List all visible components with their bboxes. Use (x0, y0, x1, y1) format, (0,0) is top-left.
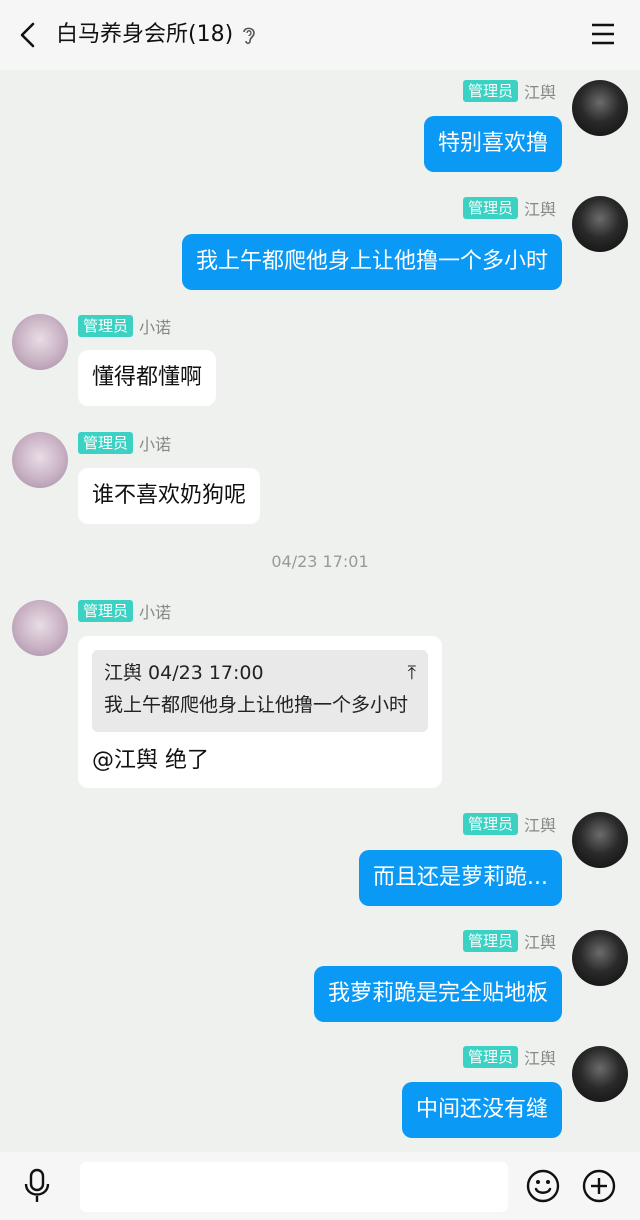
admin-badge: 管理员 (78, 432, 134, 454)
admin-badge: 管理员 (78, 315, 134, 337)
message-bubble[interactable]: 而且还是萝莉跪... (359, 850, 562, 906)
message-outgoing: 管理员 江舆 我萝莉跪是完全贴地板 (0, 922, 640, 1032)
sender-meta: 管理员 江舆 (462, 930, 556, 952)
sender-meta: 管理员 小诺 (78, 432, 171, 454)
sender-meta: 管理员 小诺 (78, 315, 171, 337)
admin-badge: 管理员 (462, 930, 518, 952)
menu-icon[interactable] (590, 22, 616, 46)
input-bar (0, 1152, 640, 1220)
avatar[interactable] (572, 812, 628, 868)
sender-meta: 管理员 江舆 (462, 80, 556, 102)
timestamp-divider: 04/23 17:01 (271, 552, 369, 571)
sender-meta: 管理员 江舆 (462, 197, 556, 219)
chat-area[interactable]: 管理员 江舆 特别喜欢撸 管理员 江舆 我上午都爬他身上让他撸一个多小时 管理员… (0, 70, 640, 1152)
sender-meta: 管理员 小诺 (78, 600, 171, 622)
message-bubble[interactable]: 我上午都爬他身上让他撸一个多小时 (181, 234, 562, 290)
ear-icon (243, 27, 255, 45)
message-outgoing: 管理员 江舆 而且还是萝莉跪... (0, 804, 640, 914)
message-outgoing: 管理员 江舆 我上午都爬他身上让他撸一个多小时 (0, 188, 640, 298)
group-name: 白马养身会所(18) (56, 22, 234, 47)
sender-name: 小诺 (139, 435, 172, 454)
back-arrow-icon[interactable] (14, 20, 44, 50)
sender-name: 小诺 (139, 603, 172, 622)
reply-text: @江舆 绝了 (92, 748, 209, 773)
sender-name: 江舆 (523, 1049, 556, 1068)
sender-meta: 管理员 江舆 (462, 1046, 556, 1068)
quote-author-time: 江舆 04/23 17:00 (104, 662, 264, 684)
admin-badge: 管理员 (462, 813, 518, 835)
group-title: 白马养身会所(18) (56, 20, 257, 50)
sender-name: 江舆 (523, 200, 556, 219)
avatar[interactable] (572, 930, 628, 986)
message-bubble[interactable]: 特别喜欢撸 (423, 116, 562, 172)
quote-header: 江舆 04/23 17:00 ⤒ (104, 660, 416, 686)
message-incoming: 管理员 小诺 谁不喜欢奶狗呢 (0, 424, 640, 534)
sender-name: 江舆 (523, 933, 556, 952)
avatar[interactable] (572, 1046, 628, 1102)
add-icon[interactable] (582, 1169, 616, 1203)
message-outgoing: 管理员 江舆 中间还没有缝 (0, 1040, 640, 1150)
sender-name: 江舆 (523, 83, 556, 102)
message-outgoing: 管理员 江舆 特别喜欢撸 (0, 70, 640, 180)
message-bubble[interactable]: 中间还没有缝 (401, 1082, 562, 1138)
microphone-icon[interactable] (22, 1168, 52, 1204)
avatar[interactable] (12, 432, 68, 488)
jump-to-top-icon[interactable]: ⤒ (408, 660, 416, 686)
avatar[interactable] (12, 600, 68, 656)
sender-name: 江舆 (523, 816, 556, 835)
admin-badge: 管理员 (462, 1046, 518, 1068)
message-bubble[interactable]: 我萝莉跪是完全贴地板 (313, 966, 562, 1022)
quoted-message[interactable]: 江舆 04/23 17:00 ⤒ 我上午都爬他身上让他撸一个多小时 (92, 650, 428, 732)
emoji-icon[interactable] (526, 1169, 560, 1203)
avatar[interactable] (572, 196, 628, 252)
message-bubble[interactable]: 懂得都懂啊 (78, 350, 217, 406)
quote-text: 我上午都爬他身上让他撸一个多小时 (104, 694, 409, 716)
message-input[interactable] (80, 1162, 508, 1212)
avatar[interactable] (572, 80, 628, 136)
sender-meta: 管理员 江舆 (462, 813, 556, 835)
reply-bubble[interactable]: 江舆 04/23 17:00 ⤒ 我上午都爬他身上让他撸一个多小时 @江舆 绝了 (78, 636, 442, 788)
sender-name: 小诺 (139, 318, 172, 337)
message-incoming: 管理员 小诺 懂得都懂啊 (0, 306, 640, 416)
chat-header: 白马养身会所(18) (0, 0, 640, 70)
message-incoming-reply: 管理员 小诺 江舆 04/23 17:00 ⤒ 我上午都爬他身上让他撸一个多小时… (0, 590, 640, 790)
message-bubble[interactable]: 谁不喜欢奶狗呢 (78, 468, 261, 524)
admin-badge: 管理员 (462, 80, 518, 102)
admin-badge: 管理员 (462, 197, 518, 219)
admin-badge: 管理员 (78, 600, 134, 622)
avatar[interactable] (12, 314, 68, 370)
